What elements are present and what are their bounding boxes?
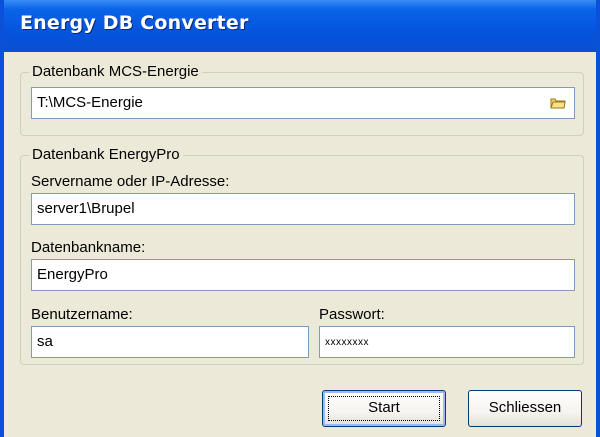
server-value: server1\Brupel xyxy=(37,200,135,217)
username-value: sa xyxy=(37,333,53,350)
dbname-label: Datenbankname: xyxy=(31,239,146,256)
mcs-path-field[interactable]: T:\MCS-Energie xyxy=(31,87,575,119)
mcs-group-legend: Datenbank MCS-Energie xyxy=(29,63,202,81)
close-button-label: Schliessen xyxy=(488,399,562,416)
energypro-group-legend: Datenbank EnergyPro xyxy=(29,146,183,164)
mcs-path-value: T:\MCS-Energie xyxy=(37,94,143,111)
dbname-input[interactable]: EnergyPro xyxy=(31,259,575,291)
folder-icon[interactable] xyxy=(550,96,566,110)
password-label: Passwort: xyxy=(319,306,385,323)
start-button[interactable]: Start xyxy=(322,390,446,427)
mcs-energie-group: Datenbank MCS-Energie T:\MCS-Energie xyxy=(20,63,584,136)
close-button[interactable]: Schliessen xyxy=(468,390,582,427)
dbname-value: EnergyPro xyxy=(37,266,108,283)
server-label: Servername oder IP-Adresse: xyxy=(31,173,230,190)
dialog-window: Energy DB Converter Datenbank MCS-Energi… xyxy=(0,0,600,437)
title-bar[interactable]: Energy DB Converter xyxy=(4,0,596,52)
username-label: Benutzername: xyxy=(31,306,133,323)
server-input[interactable]: server1\Brupel xyxy=(31,193,575,225)
username-input[interactable]: sa xyxy=(31,326,309,358)
password-input[interactable]: xxxxxxxx xyxy=(319,326,575,358)
energypro-group: Datenbank EnergyPro Servername oder IP-A… xyxy=(20,146,584,365)
password-value: xxxxxxxx xyxy=(325,337,369,348)
focus-rectangle xyxy=(328,396,440,421)
window-title: Energy DB Converter xyxy=(20,12,249,34)
